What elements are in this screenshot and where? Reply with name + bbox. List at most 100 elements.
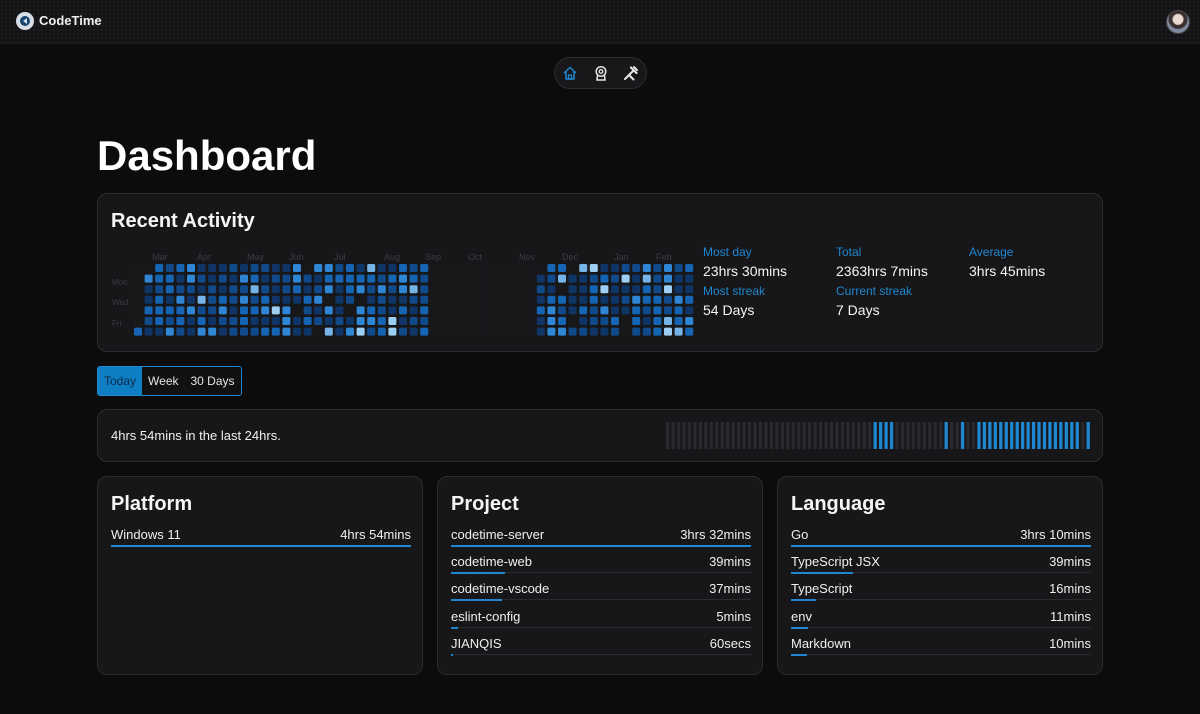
tab-30-days[interactable]: 30 Days — [184, 367, 241, 395]
heatmap-cell[interactable] — [462, 295, 471, 304]
heatmap-cell[interactable] — [536, 285, 545, 294]
heatmap-cell[interactable] — [611, 274, 619, 283]
heatmap-cell[interactable] — [483, 306, 492, 315]
heatmap-cell[interactable] — [271, 327, 280, 336]
heatmap-cell[interactable] — [388, 285, 397, 294]
heatmap-cell[interactable] — [483, 327, 492, 336]
heatmap-cell[interactable] — [611, 327, 619, 336]
heatmap-cell[interactable] — [208, 306, 217, 315]
heatmap-cell[interactable] — [218, 285, 227, 294]
heatmap-cell[interactable] — [377, 306, 386, 315]
heatmap-cell[interactable] — [303, 306, 312, 315]
heatmap-cell[interactable] — [674, 295, 683, 304]
heatmap-cell[interactable] — [240, 264, 248, 272]
heatmap-cell[interactable] — [526, 317, 535, 325]
heatmap-cell[interactable] — [483, 274, 492, 283]
heatmap-cell[interactable] — [653, 317, 662, 325]
heatmap-cell[interactable] — [271, 285, 280, 294]
heatmap-cell[interactable] — [335, 295, 344, 304]
heatmap-cell[interactable] — [314, 264, 323, 272]
heatmap-cell[interactable] — [589, 317, 598, 325]
heatmap-cell[interactable] — [165, 306, 174, 315]
heatmap-cell[interactable] — [187, 295, 195, 304]
heatmap-cell[interactable] — [483, 295, 492, 304]
heatmap-cell[interactable] — [303, 317, 312, 325]
heatmap-cell[interactable] — [399, 306, 407, 315]
heatmap-cell[interactable] — [346, 317, 354, 325]
heatmap-cell[interactable] — [473, 317, 482, 325]
heatmap-cell[interactable] — [420, 317, 429, 325]
heatmap-cell[interactable] — [462, 285, 471, 294]
heatmap-cell[interactable] — [356, 264, 365, 272]
heatmap-cell[interactable] — [536, 327, 545, 336]
heatmap-cell[interactable] — [229, 295, 238, 304]
list-item[interactable]: env 11mins — [791, 609, 1091, 635]
heatmap-cell[interactable] — [494, 317, 503, 325]
heatmap-cell[interactable] — [356, 274, 365, 283]
heatmap-cell[interactable] — [229, 274, 238, 283]
heatmap-cell[interactable] — [611, 317, 619, 325]
heatmap-cell[interactable] — [642, 264, 651, 272]
heatmap-cell[interactable] — [483, 317, 492, 325]
heatmap-cell[interactable] — [261, 285, 270, 294]
heatmap-cell[interactable] — [261, 264, 270, 272]
heatmap-cell[interactable] — [367, 317, 376, 325]
heatmap-cell[interactable] — [176, 295, 185, 304]
heatmap-cell[interactable] — [515, 295, 524, 304]
heatmap-cell[interactable] — [664, 295, 672, 304]
heatmap-cell[interactable] — [579, 306, 588, 315]
heatmap-cell[interactable] — [685, 317, 694, 325]
heatmap-cell[interactable] — [250, 327, 259, 336]
heatmap-cell[interactable] — [250, 285, 259, 294]
user-avatar[interactable] — [1166, 10, 1190, 34]
heatmap-cell[interactable] — [144, 274, 153, 283]
heatmap-cell[interactable] — [558, 274, 566, 283]
heatmap-cell[interactable] — [346, 274, 354, 283]
heatmap-cell[interactable] — [462, 264, 471, 272]
heatmap-cell[interactable] — [632, 285, 641, 294]
heatmap-cell[interactable] — [653, 285, 662, 294]
heatmap-cell[interactable] — [399, 317, 407, 325]
heatmap-cell[interactable] — [250, 274, 259, 283]
heatmap-cell[interactable] — [653, 264, 662, 272]
heatmap-cell[interactable] — [314, 327, 323, 336]
heatmap-cell[interactable] — [441, 274, 450, 283]
heatmap-cell[interactable] — [134, 285, 142, 294]
heatmap-cell[interactable] — [420, 264, 429, 272]
heatmap-cell[interactable] — [208, 285, 217, 294]
heatmap-cell[interactable] — [589, 295, 598, 304]
heatmap-cell[interactable] — [494, 264, 503, 272]
heatmap-cell[interactable] — [197, 306, 206, 315]
heatmap-cell[interactable] — [356, 285, 365, 294]
heatmap-cell[interactable] — [282, 317, 291, 325]
heatmap-cell[interactable] — [611, 295, 619, 304]
heatmap-cell[interactable] — [420, 327, 429, 336]
heatmap-cell[interactable] — [642, 327, 651, 336]
heatmap-cell[interactable] — [536, 274, 545, 283]
heatmap-cell[interactable] — [505, 327, 513, 336]
heatmap-cell[interactable] — [367, 306, 376, 315]
heatmap-cell[interactable] — [176, 317, 185, 325]
heatmap-cell[interactable] — [558, 264, 566, 272]
heatmap-cell[interactable] — [176, 306, 185, 315]
heatmap-cell[interactable] — [335, 327, 344, 336]
heatmap-cell[interactable] — [134, 317, 142, 325]
heatmap-cell[interactable] — [430, 274, 439, 283]
heatmap-cell[interactable] — [579, 285, 588, 294]
heatmap-cell[interactable] — [271, 264, 280, 272]
heatmap-cell[interactable] — [505, 306, 513, 315]
heatmap-cell[interactable] — [664, 285, 672, 294]
heatmap-cell[interactable] — [377, 274, 386, 283]
heatmap-cell[interactable] — [600, 285, 609, 294]
list-item[interactable]: eslint-config 5mins — [451, 609, 751, 635]
heatmap-cell[interactable] — [240, 306, 248, 315]
heatmap-cell[interactable] — [674, 327, 683, 336]
heatmap-cell[interactable] — [642, 306, 651, 315]
heatmap-cell[interactable] — [685, 264, 694, 272]
heatmap-cell[interactable] — [293, 317, 301, 325]
heatmap-cell[interactable] — [377, 327, 386, 336]
heatmap-cell[interactable] — [208, 264, 217, 272]
heatmap-cell[interactable] — [271, 317, 280, 325]
heatmap-cell[interactable] — [409, 317, 418, 325]
heatmap-cell[interactable] — [674, 274, 683, 283]
